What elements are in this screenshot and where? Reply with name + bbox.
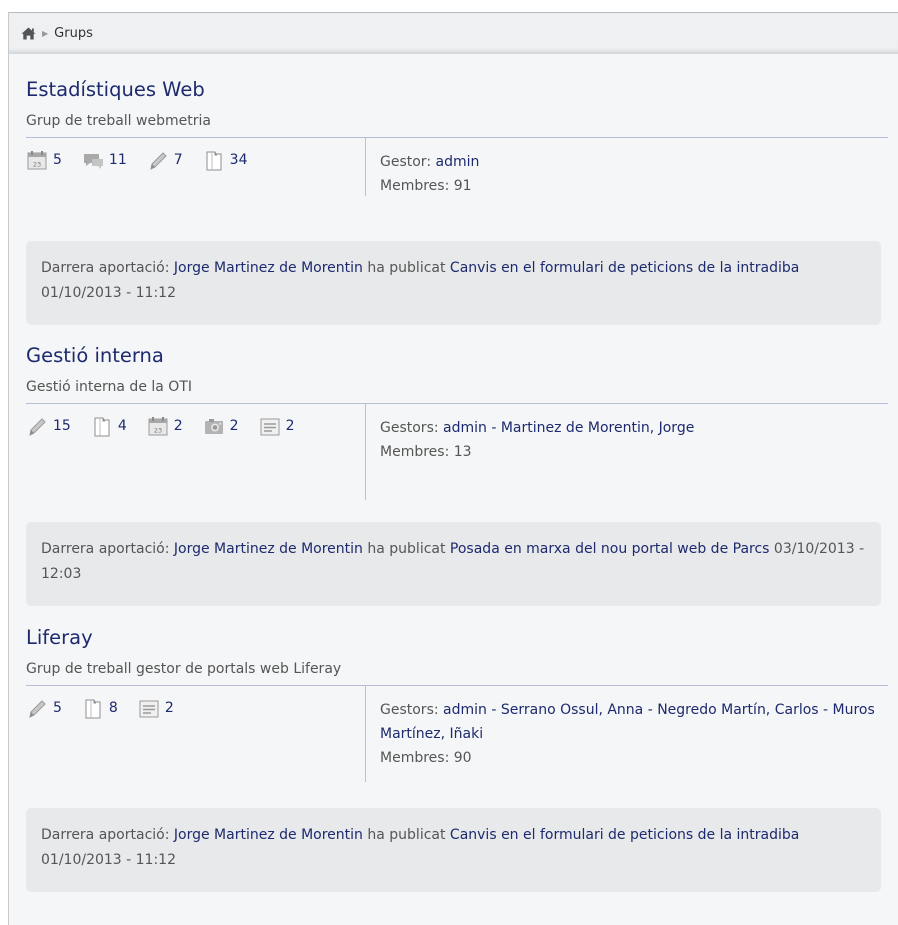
stat-count: 15 xyxy=(53,418,71,434)
calendar-icon: 23 xyxy=(27,151,47,170)
group-info-row: 5 8 2 Gestors: admin - Serrano Ossul, Anna… xyxy=(26,686,888,782)
last-contribution-label: Darrera aportació: xyxy=(41,260,170,276)
contribution-link[interactable]: Posada en marxa del nou portal web de Pa… xyxy=(450,541,770,557)
pencil-icon xyxy=(29,418,46,436)
last-contribution-action: ha publicat xyxy=(367,541,446,557)
members-label: Membres: xyxy=(380,178,450,194)
calendar-icon: 23 xyxy=(148,417,168,436)
contribution-date: 01/10/2013 - 11:12 xyxy=(41,852,176,868)
stat-count: 5 xyxy=(53,700,62,716)
stat-count: 2 xyxy=(173,418,183,434)
stat-pencil[interactable]: 15 xyxy=(26,414,71,438)
breadcrumb-separator-icon: ▶ xyxy=(42,29,49,38)
stat-camera[interactable]: 2 xyxy=(203,414,239,438)
members-label: Membres: xyxy=(380,750,450,766)
stat-count: 8 xyxy=(108,700,118,716)
document-icon xyxy=(85,699,101,719)
comments-icon xyxy=(83,154,103,169)
group-title[interactable]: Gestió interna xyxy=(26,344,888,368)
document-icon xyxy=(94,417,110,437)
pencil-icon xyxy=(150,152,167,170)
stat-document[interactable]: 34 xyxy=(203,148,248,172)
last-contribution-label: Darrera aportació: xyxy=(41,541,170,557)
list-icon xyxy=(260,418,280,436)
group-stats: 15 4 23 2 2 2 xyxy=(26,404,365,500)
managers-line: Gestor: admin xyxy=(380,150,888,174)
stat-calendar[interactable]: 23 5 xyxy=(26,148,62,172)
stat-pencil[interactable]: 7 xyxy=(147,148,183,172)
stat-count: 7 xyxy=(173,152,183,168)
members-count: 90 xyxy=(453,750,472,766)
members-line: Membres: 90 xyxy=(380,746,888,770)
author-link[interactable]: Jorge Martinez de Morentin xyxy=(174,260,363,276)
breadcrumb-bar: ▶ Grups xyxy=(9,12,898,54)
stat-document[interactable]: 8 xyxy=(82,696,118,720)
pencil-icon xyxy=(29,700,46,718)
group-description: Grup de treball gestor de portals web Li… xyxy=(26,661,342,677)
members-count: 13 xyxy=(453,444,472,460)
last-contribution-action: ha publicat xyxy=(367,827,446,843)
svg-text:23: 23 xyxy=(33,161,41,169)
managers-label: Gestors: xyxy=(380,702,439,718)
managers-label: Gestors: xyxy=(380,420,439,436)
managers-link[interactable]: admin xyxy=(436,154,480,170)
stat-list[interactable]: 2 xyxy=(259,414,295,438)
stat-list[interactable]: 2 xyxy=(138,696,174,720)
group-title[interactable]: Estadístiques Web xyxy=(26,78,888,102)
managers-line: Gestors: admin - Serrano Ossul, Anna - N… xyxy=(380,698,888,746)
group-card: Estadístiques Web Grup de treball webmet… xyxy=(26,78,888,325)
stat-pencil[interactable]: 5 xyxy=(26,696,62,720)
group-info-row: 15 4 23 2 2 2 Gestors: admin - Martinez de Mo… xyxy=(26,404,888,500)
stat-count: 2 xyxy=(229,418,239,434)
managers-link[interactable]: admin - Serrano Ossul, Anna - Negredo Ma… xyxy=(380,702,875,742)
group-people: Gestor: admin Membres: 91 xyxy=(365,138,888,196)
group-description: Gestió interna de la OTI xyxy=(26,379,192,395)
document-icon xyxy=(206,151,222,171)
author-link[interactable]: Jorge Martinez de Morentin xyxy=(174,827,363,843)
list-icon xyxy=(139,700,159,718)
svg-text:23: 23 xyxy=(154,427,162,435)
members-line: Membres: 91 xyxy=(380,174,888,198)
group-info-row: 23 5 11 7 34 Gestor: admin Membres: 91 xyxy=(26,138,888,196)
contribution-link[interactable]: Canvis en el formulari de peticions de l… xyxy=(450,260,799,276)
stat-count: 4 xyxy=(117,418,127,434)
last-contribution-label: Darrera aportació: xyxy=(41,827,170,843)
author-link[interactable]: Jorge Martinez de Morentin xyxy=(174,541,363,557)
group-stats: 23 5 11 7 34 xyxy=(26,138,365,196)
stat-count: 2 xyxy=(285,418,295,434)
last-contribution-action: ha publicat xyxy=(367,260,446,276)
stat-count: 11 xyxy=(108,152,127,168)
group-description: Grup de treball webmetria xyxy=(26,113,211,129)
contribution-date: 01/10/2013 - 11:12 xyxy=(41,285,176,301)
managers-line: Gestors: admin - Martinez de Morentin, J… xyxy=(380,416,888,440)
camera-icon xyxy=(204,419,223,434)
members-count: 91 xyxy=(453,178,472,194)
group-card: Liferay Grup de treball gestor de portal… xyxy=(26,626,888,892)
stat-count: 5 xyxy=(53,152,62,168)
stat-count: 2 xyxy=(164,700,174,716)
members-label: Membres: xyxy=(380,444,450,460)
breadcrumb-current: Grups xyxy=(54,26,93,41)
managers-link[interactable]: admin - Martinez de Morentin, Jorge xyxy=(443,420,694,436)
group-people: Gestors: admin - Serrano Ossul, Anna - N… xyxy=(365,686,888,782)
stat-count: 34 xyxy=(229,152,248,168)
group-people: Gestors: admin - Martinez de Morentin, J… xyxy=(365,404,888,500)
last-contribution: Darrera aportació: Jorge Martinez de Mor… xyxy=(26,808,881,892)
group-stats: 5 8 2 xyxy=(26,686,365,782)
contribution-link[interactable]: Canvis en el formulari de peticions de l… xyxy=(450,827,799,843)
home-icon[interactable] xyxy=(21,27,36,40)
members-line: Membres: 13 xyxy=(380,440,888,464)
last-contribution: Darrera aportació: Jorge Martinez de Mor… xyxy=(26,522,881,606)
stat-comments[interactable]: 11 xyxy=(82,148,127,172)
managers-label: Gestor: xyxy=(380,154,432,170)
group-card: Gestió interna Gestió interna de la OTI … xyxy=(26,344,888,606)
group-title[interactable]: Liferay xyxy=(26,626,888,650)
last-contribution: Darrera aportació: Jorge Martinez de Mor… xyxy=(26,241,881,325)
stat-document[interactable]: 4 xyxy=(91,414,127,438)
breadcrumb: ▶ Grups xyxy=(21,26,93,41)
stat-calendar[interactable]: 23 2 xyxy=(147,414,183,438)
